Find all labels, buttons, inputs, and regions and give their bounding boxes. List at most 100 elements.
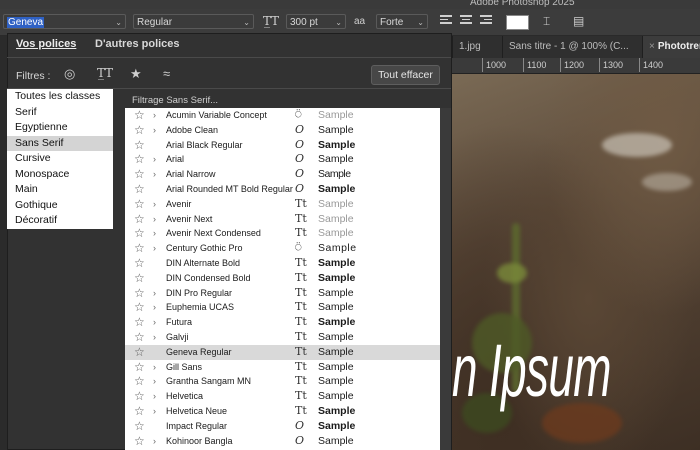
favorite-star-icon[interactable]: ☆ bbox=[134, 271, 145, 286]
font-row[interactable]: ☆ › Helvetica Tt Sample bbox=[125, 389, 440, 404]
expand-chevron-icon[interactable]: › bbox=[153, 300, 156, 315]
font-row[interactable]: ☆ › Avenir Tt Sample bbox=[125, 197, 440, 212]
favorite-star-icon[interactable]: ☆ bbox=[134, 315, 145, 330]
expand-chevron-icon[interactable]: › bbox=[153, 404, 156, 419]
expand-chevron-icon[interactable]: › bbox=[153, 374, 156, 389]
font-class-item[interactable]: Sans Serif bbox=[7, 135, 113, 151]
font-class-item[interactable]: Cursive bbox=[7, 151, 113, 167]
favorite-star-icon[interactable]: ☆ bbox=[134, 434, 145, 449]
doc-tab[interactable]: 1.jpg bbox=[452, 36, 502, 58]
character-panel-icon[interactable]: ▤ bbox=[573, 14, 584, 29]
chevron-down-icon: ⌄ bbox=[417, 18, 424, 27]
font-row[interactable]: ☆ › Euphemia UCAS Tt Sample bbox=[125, 300, 440, 315]
font-sample: Sample bbox=[318, 109, 354, 121]
font-row[interactable]: ☆ Arial Rounded MT Bold Regular O Sample bbox=[125, 182, 440, 197]
favorites-filter-icon[interactable]: ★ bbox=[130, 66, 142, 82]
favorite-star-icon[interactable]: ☆ bbox=[134, 256, 145, 271]
font-class-item[interactable]: Egyptienne bbox=[7, 120, 113, 136]
font-row[interactable]: ☆ › Adobe Clean O Sample bbox=[125, 123, 440, 138]
font-class-item[interactable]: Toutes les classes bbox=[7, 89, 113, 105]
font-row[interactable]: ☆ DIN Alternate Bold Tt Sample bbox=[125, 256, 440, 271]
favorite-star-icon[interactable]: ☆ bbox=[134, 300, 145, 315]
text-color-swatch[interactable] bbox=[506, 15, 529, 30]
font-row[interactable]: ☆ › Kohinoor Bangla O Sample bbox=[125, 434, 440, 449]
font-row[interactable]: ☆ › Futura Tt Sample bbox=[125, 315, 440, 330]
font-row[interactable]: ☆ Impact Regular O Sample bbox=[125, 419, 440, 434]
font-row[interactable]: ☆ › Century Gothic Pro ⍥ Sample bbox=[125, 241, 440, 256]
clear-filters-button[interactable]: Tout effacer bbox=[371, 65, 440, 85]
expand-chevron-icon[interactable]: › bbox=[153, 123, 156, 138]
font-row[interactable]: ☆ Arial Black Regular O Sample bbox=[125, 138, 440, 153]
favorite-star-icon[interactable]: ☆ bbox=[134, 212, 145, 227]
favorite-star-icon[interactable]: ☆ bbox=[134, 419, 145, 434]
canvas-photo[interactable]: n Ipsum bbox=[452, 73, 700, 450]
font-style-select[interactable]: Regular ⌄ bbox=[133, 14, 254, 29]
font-row[interactable]: ☆ › Arial Narrow O Sample bbox=[125, 167, 440, 182]
font-row[interactable]: ☆ DIN Condensed Bold Tt Sample bbox=[125, 271, 440, 286]
truetype-icon: Tt bbox=[295, 211, 307, 225]
expand-chevron-icon[interactable]: › bbox=[153, 108, 156, 123]
horizontal-ruler[interactable]: 1000 1100 1200 1300 1400 bbox=[452, 58, 700, 74]
font-row[interactable]: ☆ › Gill Sans Tt Sample bbox=[125, 360, 440, 375]
expand-chevron-icon[interactable]: › bbox=[153, 389, 156, 404]
expand-chevron-icon[interactable]: › bbox=[153, 226, 156, 241]
chevron-down-icon: ⌄ bbox=[115, 18, 122, 27]
font-class-item[interactable]: Gothique bbox=[7, 198, 113, 214]
expand-chevron-icon[interactable]: › bbox=[153, 434, 156, 449]
similar-fonts-filter-icon[interactable]: ≈ bbox=[163, 66, 170, 81]
font-row[interactable]: ☆ › Arial O Sample bbox=[125, 152, 440, 167]
favorite-star-icon[interactable]: ☆ bbox=[134, 345, 145, 360]
close-icon[interactable]: × bbox=[649, 41, 655, 52]
favorite-star-icon[interactable]: ☆ bbox=[134, 123, 145, 138]
expand-chevron-icon[interactable]: › bbox=[153, 167, 156, 182]
font-size-select[interactable]: 300 pt ⌄ bbox=[286, 14, 346, 29]
font-row[interactable]: ☆ › Galvji Tt Sample bbox=[125, 330, 440, 345]
font-row[interactable]: ☆ Geneva Regular Tt Sample bbox=[125, 344, 440, 360]
font-class-item[interactable]: Monospace bbox=[7, 167, 113, 183]
scrollbar[interactable] bbox=[440, 108, 451, 450]
favorite-star-icon[interactable]: ☆ bbox=[134, 404, 145, 419]
favorite-star-icon[interactable]: ☆ bbox=[134, 226, 145, 241]
align-right-icon[interactable] bbox=[480, 15, 492, 27]
expand-chevron-icon[interactable]: › bbox=[153, 212, 156, 227]
font-row[interactable]: ☆ › DIN Pro Regular Tt Sample bbox=[125, 286, 440, 301]
font-class-item[interactable]: Main bbox=[7, 182, 113, 198]
font-row[interactable]: ☆ › Grantha Sangam MN Tt Sample bbox=[125, 374, 440, 389]
antialias-select[interactable]: Forte ⌄ bbox=[376, 14, 428, 29]
favorite-star-icon[interactable]: ☆ bbox=[134, 330, 145, 345]
tab-other-fonts[interactable]: D'autres polices bbox=[95, 38, 180, 50]
favorite-star-icon[interactable]: ☆ bbox=[134, 108, 145, 123]
favorite-star-icon[interactable]: ☆ bbox=[134, 138, 145, 153]
expand-chevron-icon[interactable]: › bbox=[153, 315, 156, 330]
favorite-star-icon[interactable]: ☆ bbox=[134, 374, 145, 389]
expand-chevron-icon[interactable]: › bbox=[153, 152, 156, 167]
favorite-star-icon[interactable]: ☆ bbox=[134, 182, 145, 197]
expand-chevron-icon[interactable]: › bbox=[153, 360, 156, 375]
font-class-item[interactable]: Serif bbox=[7, 105, 113, 121]
align-left-icon[interactable] bbox=[440, 15, 452, 27]
expand-chevron-icon[interactable]: › bbox=[153, 286, 156, 301]
activated-fonts-filter-icon[interactable]: T̲T bbox=[97, 66, 113, 80]
favorite-star-icon[interactable]: ☆ bbox=[134, 389, 145, 404]
font-family-select[interactable]: Geneva ⌄ bbox=[3, 14, 126, 29]
font-row[interactable]: ☆ › Avenir Next Tt Sample bbox=[125, 212, 440, 227]
font-row[interactable]: ☆ › Avenir Next Condensed Tt Sample bbox=[125, 226, 440, 241]
doc-tab-active[interactable]: ×Phototrend-I bbox=[642, 36, 700, 58]
align-center-icon[interactable] bbox=[460, 15, 472, 27]
favorite-star-icon[interactable]: ☆ bbox=[134, 360, 145, 375]
favorite-star-icon[interactable]: ☆ bbox=[134, 241, 145, 256]
expand-chevron-icon[interactable]: › bbox=[153, 197, 156, 212]
favorite-star-icon[interactable]: ☆ bbox=[134, 286, 145, 301]
warp-text-icon[interactable]: ⌶ bbox=[543, 14, 550, 29]
expand-chevron-icon[interactable]: › bbox=[153, 241, 156, 256]
favorite-star-icon[interactable]: ☆ bbox=[134, 197, 145, 212]
font-row[interactable]: ☆ › Helvetica Neue Tt Sample bbox=[125, 404, 440, 419]
tab-your-fonts[interactable]: Vos polices bbox=[16, 38, 76, 50]
doc-tab[interactable]: Sans titre - 1 @ 100% (C... bbox=[502, 36, 642, 58]
favorite-star-icon[interactable]: ☆ bbox=[134, 152, 145, 167]
favorite-star-icon[interactable]: ☆ bbox=[134, 167, 145, 182]
cloud-fonts-filter-icon[interactable]: ◎ bbox=[64, 66, 75, 82]
font-row[interactable]: ☆ › Acumin Variable Concept ⍥ Sample bbox=[125, 108, 440, 123]
font-class-item[interactable]: Décoratif bbox=[7, 213, 113, 229]
expand-chevron-icon[interactable]: › bbox=[153, 330, 156, 345]
